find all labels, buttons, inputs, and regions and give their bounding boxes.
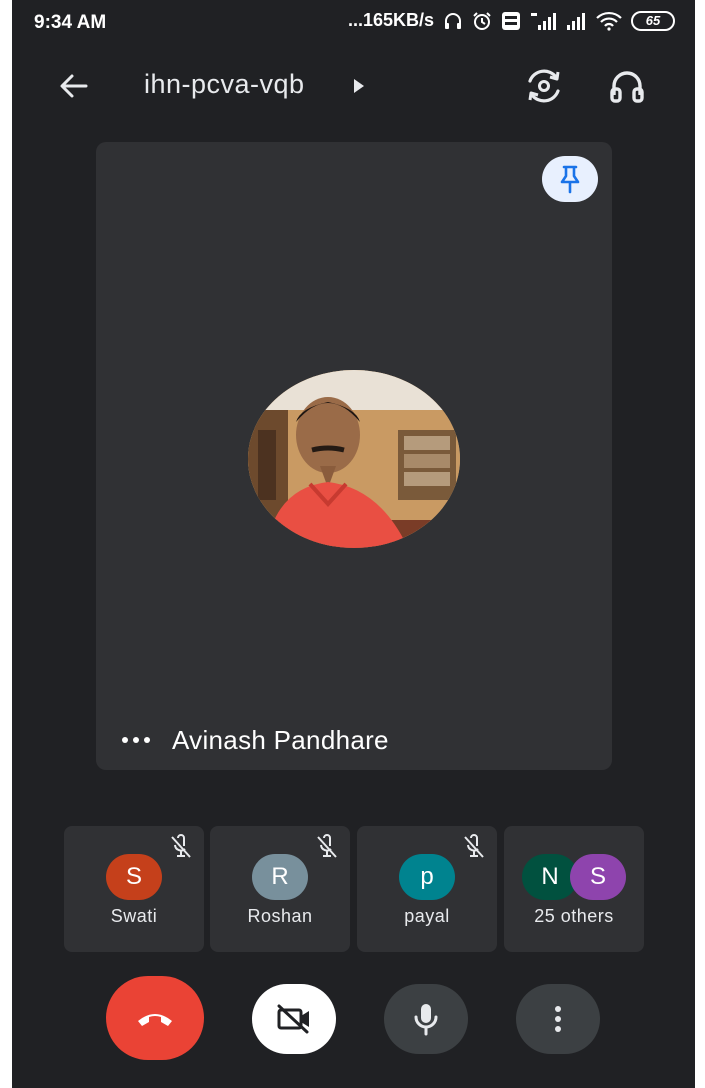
speaker-name: Avinash Pandhare xyxy=(172,724,389,755)
pin-icon xyxy=(560,165,580,194)
participant-initial: N xyxy=(541,863,559,890)
active-speaker-tile[interactable]: Avinash Pandhare xyxy=(96,142,612,770)
mic-off-icon xyxy=(317,834,337,858)
status-time: 9:34 AM xyxy=(34,12,107,33)
status-bar: 9:34 AM ...165KB/s 65 xyxy=(12,0,695,44)
battery-indicator: 65 xyxy=(631,10,675,31)
headset-status-icon xyxy=(445,12,461,29)
phone-hangup-icon xyxy=(138,1014,172,1026)
end-call-button[interactable] xyxy=(106,976,204,1060)
participant-initial: R xyxy=(271,863,289,890)
speaker-avatar xyxy=(248,370,460,548)
participant-tile-payal[interactable]: p payal xyxy=(357,826,497,952)
meet-screen: 9:34 AM ...165KB/s 65 ihn-pcva-vqb Avina… xyxy=(12,0,695,1088)
others-count: 25 others xyxy=(534,906,614,926)
mic-off-icon xyxy=(464,834,484,858)
more-options-icon[interactable] xyxy=(122,737,150,743)
participant-avatar-s: S xyxy=(570,854,626,900)
status-icons: ...165KB/s 65 xyxy=(348,10,675,31)
mic-toggle-button[interactable] xyxy=(384,984,468,1054)
caret-right-icon[interactable] xyxy=(352,76,366,96)
switch-camera-icon[interactable] xyxy=(522,64,566,108)
headphones-icon[interactable] xyxy=(606,65,648,107)
speaker-footer: Avinash Pandhare xyxy=(122,722,389,758)
camera-toggle-button[interactable] xyxy=(252,984,336,1054)
more-options-button[interactable] xyxy=(516,984,600,1054)
volte-icon xyxy=(502,11,520,30)
participant-avatar: R xyxy=(252,854,308,900)
meeting-header: ihn-pcva-vqb xyxy=(12,56,695,116)
network-speed: ...165KB/s xyxy=(347,10,434,30)
battery-level: 65 xyxy=(645,13,661,28)
wifi-icon xyxy=(596,11,622,31)
participant-name: Swati xyxy=(110,906,158,926)
more-vertical-icon xyxy=(555,1006,561,1032)
participant-name: Roshan xyxy=(247,906,313,926)
signal-icon xyxy=(567,12,585,30)
pin-button[interactable] xyxy=(542,156,598,202)
back-arrow-icon[interactable] xyxy=(56,68,92,104)
participant-tile-roshan[interactable]: R Roshan xyxy=(210,826,350,952)
participant-avatar: S xyxy=(106,854,162,900)
mic-icon xyxy=(414,1004,438,1036)
participant-avatar: p xyxy=(399,854,455,900)
participant-tile-swati[interactable]: S Swati xyxy=(64,826,204,952)
participant-initial: S xyxy=(125,863,142,890)
video-off-icon xyxy=(277,1004,309,1034)
alarm-icon xyxy=(473,11,491,30)
speaker-photo xyxy=(248,370,460,548)
signal-4g-icon xyxy=(531,12,556,30)
meeting-code[interactable]: ihn-pcva-vqb xyxy=(144,69,305,100)
participant-initial: S xyxy=(589,863,606,890)
mic-off-icon xyxy=(171,834,191,858)
participant-tile-others[interactable]: N S 25 others xyxy=(504,826,644,952)
participant-name: payal xyxy=(404,906,450,926)
participant-initial: p xyxy=(420,863,434,890)
